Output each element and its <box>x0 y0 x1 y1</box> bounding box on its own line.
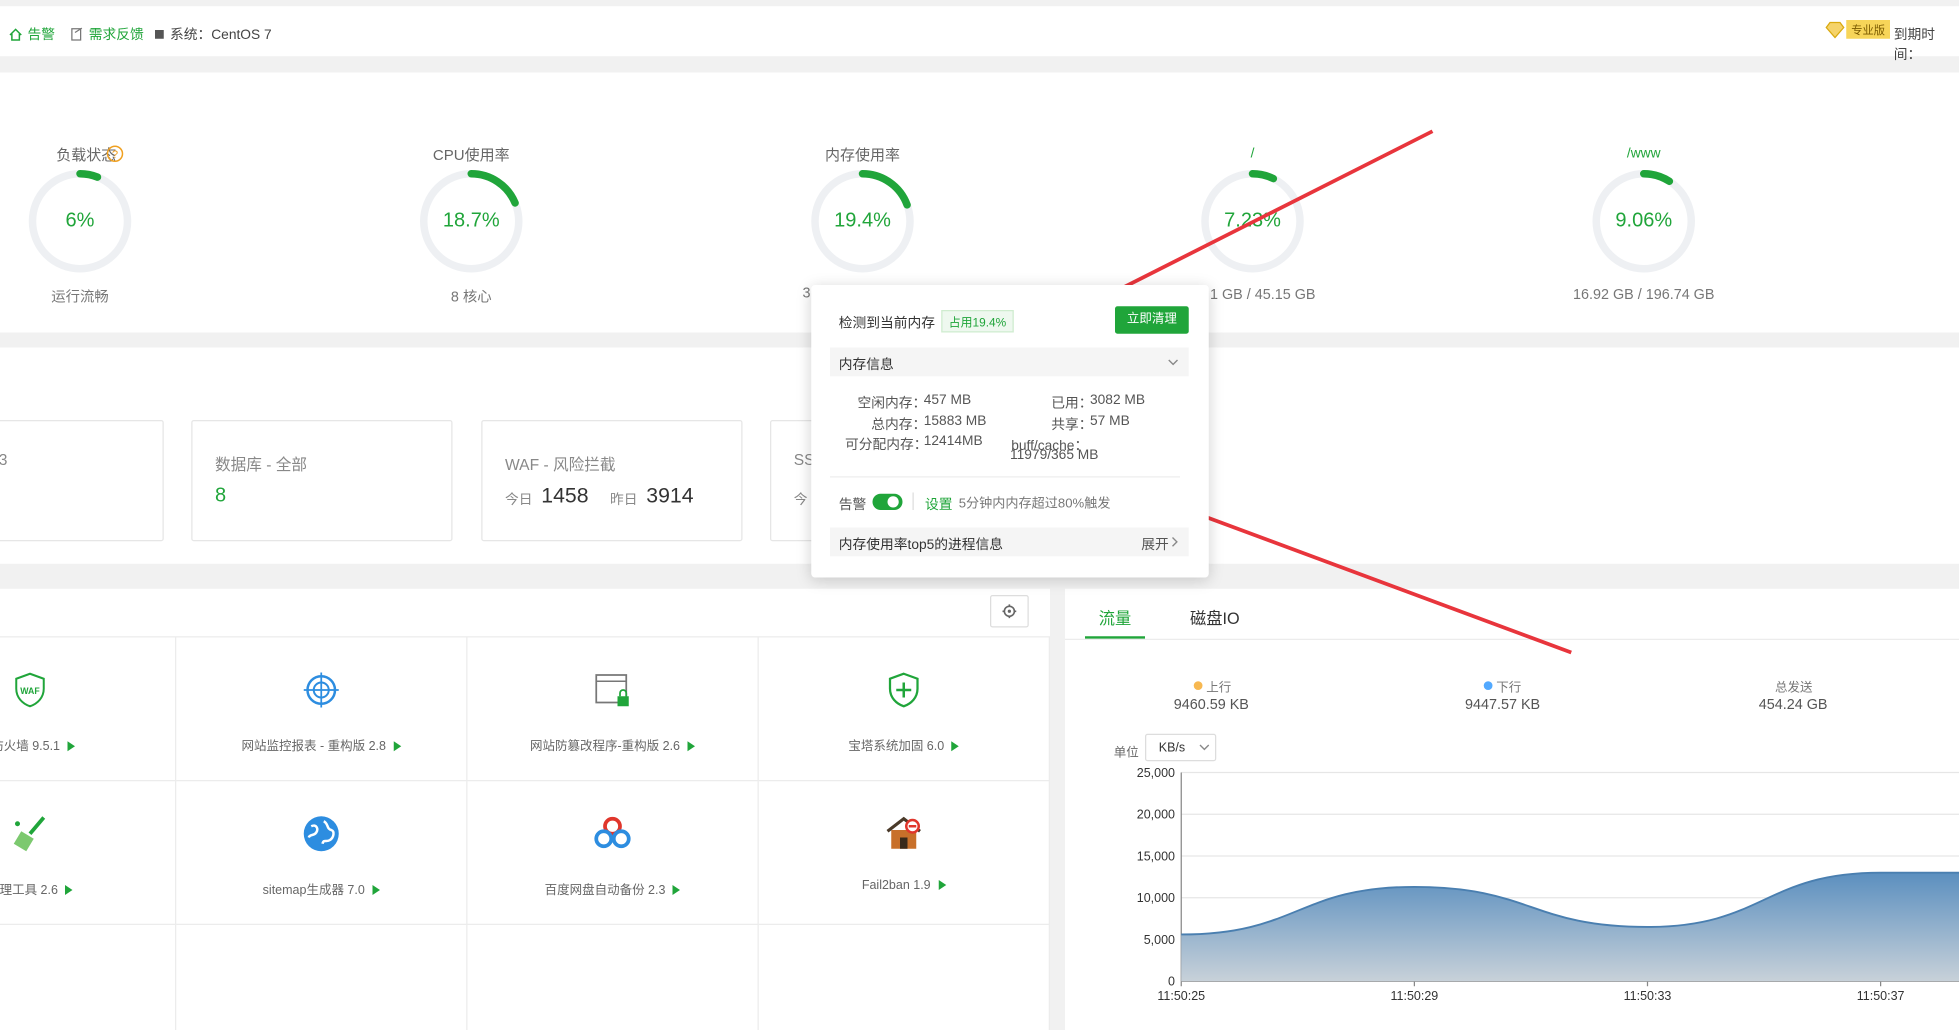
used-mem-value: 3082 MB <box>1090 392 1146 408</box>
toggle-knob <box>887 496 899 508</box>
alarm-toggle[interactable] <box>872 493 903 510</box>
chevron-down-icon <box>1168 359 1178 366</box>
top5-process-row[interactable]: 内存使用率top5的进程信息 展开 <box>830 527 1189 557</box>
alarm-settings-link[interactable]: 设置 <box>925 494 953 514</box>
popup-divider <box>830 476 1180 478</box>
memory-popup: 检测到当前内存 占用19.4% 立即清理 内存信息 空闲内存： 457 MB 总… <box>811 285 1209 578</box>
free-mem-label: 空闲内存： <box>857 396 927 412</box>
memory-info-header[interactable]: 内存信息 <box>830 347 1189 377</box>
clean-now-button[interactable]: 立即清理 <box>1115 306 1189 334</box>
avail-mem-value: 12414MB <box>923 433 983 449</box>
free-mem-value: 457 MB <box>923 392 972 408</box>
expand-link[interactable]: 展开 <box>1141 534 1169 554</box>
alarm-separator <box>912 492 914 510</box>
chevron-right-icon <box>1172 537 1178 547</box>
detected-label: 检测到当前内存 <box>838 316 935 332</box>
shared-mem-value: 57 MB <box>1090 413 1130 429</box>
total-mem-label: 总内存： <box>871 417 927 433</box>
avail-mem-label: 可分配内存： <box>845 437 928 453</box>
alarm-label: 告警 <box>838 497 867 513</box>
buff-cache-value: 11979/365 MB <box>1010 447 1099 463</box>
dashboard-stage: 告警 需求反馈 系统：CentOS 7 专业版 到期时间： 负载状态 ? 6% … <box>0 0 1959 1030</box>
usage-badge: 占用19.4% <box>941 310 1014 333</box>
total-mem-value: 15883 MB <box>923 413 987 429</box>
alarm-rule-text: 5分钟内内存超过80%触发 <box>958 496 1111 512</box>
top5-label: 内存使用率top5的进程信息 <box>838 537 1004 553</box>
used-mem-label: 已用： <box>1051 396 1093 412</box>
memory-info-label: 内存信息 <box>838 357 894 373</box>
shared-mem-label: 共享： <box>1051 417 1093 433</box>
